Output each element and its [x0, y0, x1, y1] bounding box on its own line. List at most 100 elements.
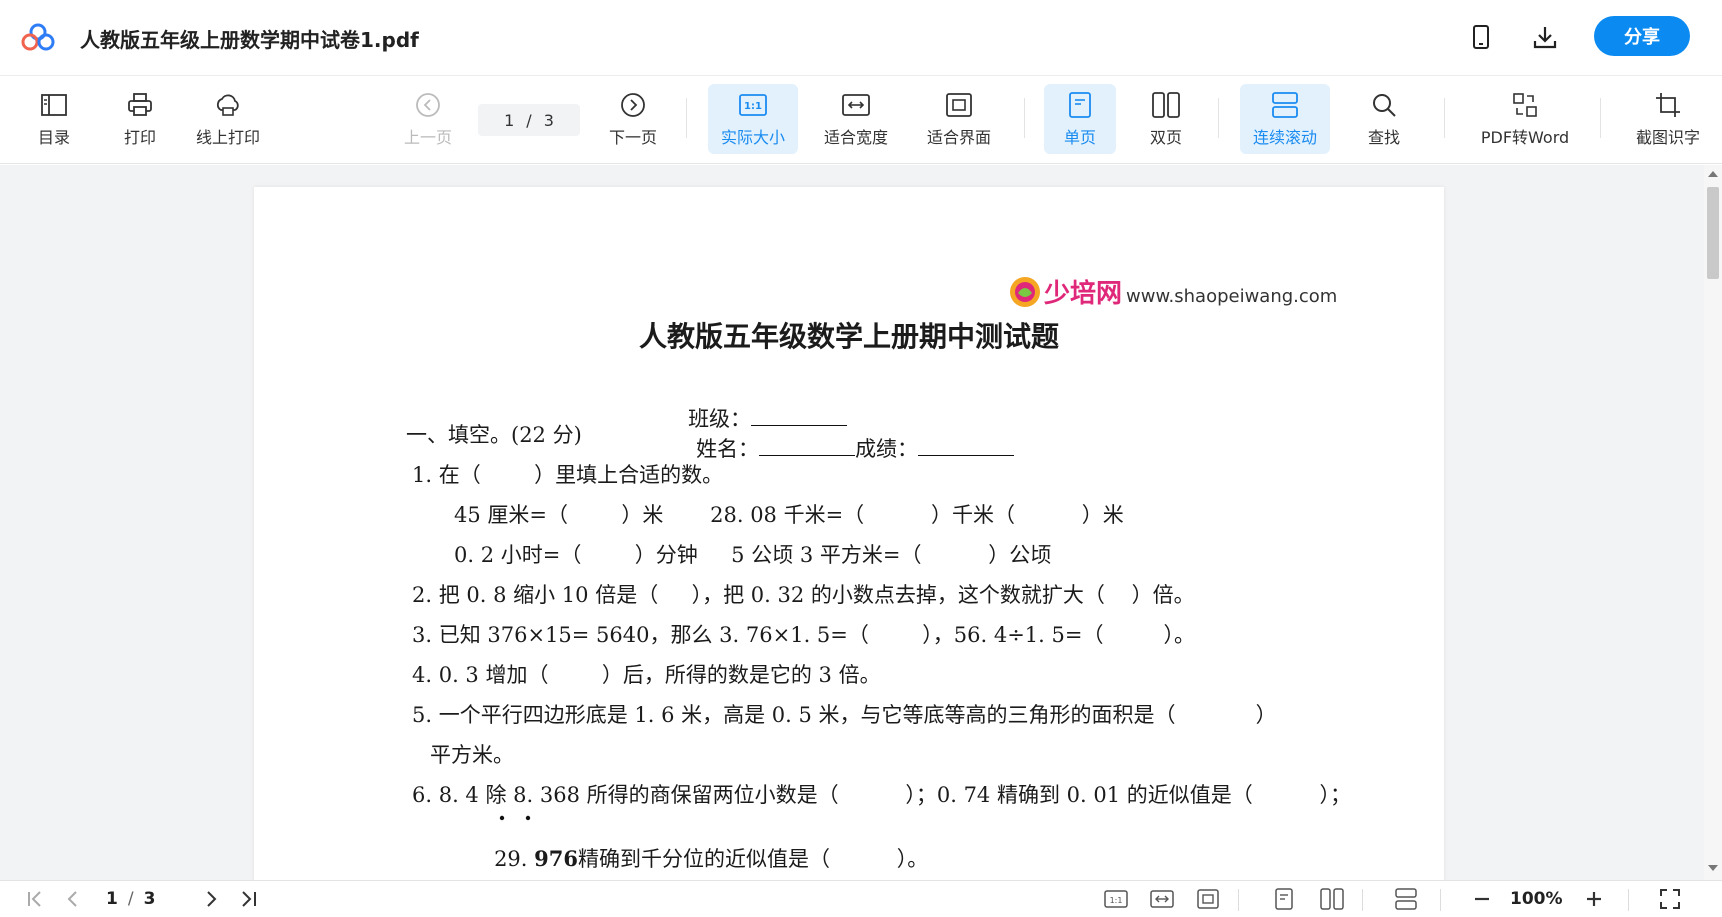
scroll-up-arrow-icon[interactable]: [1708, 171, 1718, 177]
q6b-suffix: 精确到千分位的近似值是（ ）。: [577, 847, 929, 871]
next-page-icon[interactable]: [200, 887, 224, 911]
watermark-logo-icon: [1010, 276, 1040, 307]
toolbar-divider: [1444, 98, 1445, 138]
double-page-icon: [1151, 90, 1181, 120]
fit-screen-button[interactable]: 适合界面: [918, 84, 1000, 154]
fit-width-icon[interactable]: [1150, 887, 1174, 911]
scroll-down-arrow-icon[interactable]: [1708, 865, 1718, 871]
bottom-page-total: 3: [143, 889, 156, 909]
online-print-label: 线上打印: [195, 128, 260, 147]
double-page-button[interactable]: 双页: [1130, 84, 1202, 154]
actual-size-icon: 1:1: [738, 90, 768, 120]
question-4: 4. 0. 3 增加（ ）后，所得的数是它的 3 倍。: [412, 663, 881, 687]
download-icon[interactable]: [1530, 22, 1560, 52]
bottom-divider: [1440, 889, 1441, 911]
fullscreen-icon[interactable]: [1658, 887, 1682, 911]
continuous-scroll-label: 连续滚动: [1252, 128, 1317, 147]
single-page-label: 单页: [1063, 128, 1096, 147]
question-6-continued: 29. 976精确到千分位的近似值是（ ）。: [454, 819, 928, 880]
repeating-decimal: 976: [534, 846, 578, 871]
question-1a: 45 厘米=（ ）米 28. 08 千米=（ ）千米（ ）米: [454, 503, 1124, 527]
screenshot-ocr-button[interactable]: 截图识字: [1628, 84, 1708, 154]
next-page-label: 下一页: [608, 128, 657, 147]
fit-width-icon: [841, 90, 871, 120]
fit-width-button[interactable]: 适合宽度: [816, 84, 896, 154]
fit-screen-label: 适合界面: [926, 128, 991, 147]
bottom-page-separator: /: [127, 889, 134, 909]
pdf-page: 少培网 www.shaopeiwang.com 人教版五年级数学上册期中测试题 …: [254, 187, 1444, 880]
watermark-name: 少培网: [1044, 279, 1123, 309]
repeating-dots: [499, 815, 531, 821]
last-page-icon[interactable]: [236, 887, 260, 911]
q6b-prefix: 29.: [494, 847, 535, 871]
question-3: 3. 已知 376×15= 5640，那么 3. 76×1. 5=（ ），56.…: [412, 623, 1196, 647]
question-6: 6. 8. 4 除 8. 368 所得的商保留两位小数是（ ）；0. 74 精确…: [412, 783, 1351, 807]
first-page-icon[interactable]: [24, 887, 48, 911]
online-print-button[interactable]: 线上打印: [188, 84, 268, 154]
svg-text:1:1: 1:1: [744, 101, 762, 112]
convert-icon: [1510, 90, 1540, 120]
question-5: 5. 一个平行四边形底是 1. 6 米，高是 0. 5 米，与它等底等高的三角形…: [412, 703, 1277, 727]
score-blank: [918, 434, 1015, 456]
actual-size-label: 实际大小: [720, 128, 785, 147]
single-page-button[interactable]: 单页: [1044, 84, 1116, 154]
toc-label: 目录: [37, 128, 70, 147]
bottom-divider: [1362, 889, 1363, 911]
title-bar: 人教版五年级上册数学期中试卷1.pdf 分享: [0, 0, 1722, 76]
svg-text:1:1: 1:1: [1110, 896, 1123, 905]
page-number-input[interactable]: 1 / 3: [478, 104, 580, 136]
document-viewer[interactable]: 少培网 www.shaopeiwang.com 人教版五年级数学上册期中测试题 …: [0, 165, 1704, 880]
continuous-scroll-icon[interactable]: [1394, 887, 1418, 911]
toolbar: 目录 打印 线上打印 上一页 1 / 3 下一页 1:1 实际大小 适合宽度 适…: [0, 76, 1722, 164]
watermark: 少培网 www.shaopeiwang.com: [1008, 273, 1337, 310]
toolbar-divider: [1024, 98, 1025, 138]
share-button[interactable]: 分享: [1594, 16, 1690, 56]
next-page-button[interactable]: 下一页: [603, 84, 663, 154]
document-title: 人教版五年级上册数学期中试卷1.pdf: [80, 28, 419, 52]
fit-screen-icon: [944, 90, 974, 120]
previous-page-icon[interactable]: [60, 887, 84, 911]
printer-icon: [125, 90, 155, 120]
name-label: 姓名：: [696, 437, 760, 461]
app-logo-icon: [21, 23, 55, 51]
find-button[interactable]: 查找: [1356, 84, 1412, 154]
bottom-divider: [1628, 889, 1629, 911]
continuous-scroll-button[interactable]: 连续滚动: [1240, 84, 1330, 154]
zoom-in-icon[interactable]: [1582, 887, 1606, 911]
bottom-page-indicator[interactable]: 1 / 3: [106, 889, 155, 909]
zoom-out-icon[interactable]: [1470, 887, 1494, 911]
page-separator: /: [526, 110, 532, 130]
single-page-icon: [1065, 90, 1095, 120]
continuous-scroll-icon: [1270, 90, 1300, 120]
pdf-to-word-button[interactable]: PDF转Word: [1472, 84, 1578, 154]
actual-size-button[interactable]: 1:1 实际大小: [708, 84, 798, 154]
prev-page-label: 上一页: [403, 128, 452, 147]
chevron-right-circle-icon: [618, 90, 648, 120]
scrollbar-thumb[interactable]: [1707, 187, 1719, 279]
toc-button[interactable]: 目录: [34, 84, 74, 154]
class-blank: [751, 404, 848, 426]
prev-page-button[interactable]: 上一页: [398, 84, 458, 154]
search-icon: [1369, 90, 1399, 120]
zoom-level[interactable]: 100%: [1510, 889, 1563, 909]
exam-title: 人教版五年级数学上册期中测试题: [638, 320, 1059, 353]
double-page-icon[interactable]: [1320, 887, 1344, 911]
print-button[interactable]: 打印: [120, 84, 160, 154]
bottom-divider: [1238, 889, 1239, 911]
question-1b: 0. 2 小时=（ ）分钟 5 公顷 3 平方米=（ ）公顷: [454, 543, 1052, 567]
actual-size-icon[interactable]: 1:1: [1104, 887, 1128, 911]
section-heading: 一、填空。(22 分): [406, 423, 582, 447]
find-label: 查找: [1367, 128, 1400, 147]
toolbar-divider: [1218, 98, 1219, 138]
page-current: 1: [504, 110, 515, 130]
page-total: 3: [543, 110, 554, 130]
single-page-icon[interactable]: [1272, 887, 1296, 911]
cloud-print-icon: [213, 90, 243, 120]
mobile-icon[interactable]: [1466, 22, 1496, 52]
crop-icon: [1653, 90, 1683, 120]
print-label: 打印: [123, 128, 156, 147]
vertical-scrollbar[interactable]: [1704, 165, 1722, 880]
pdf-to-word-label: PDF转Word: [1480, 128, 1570, 147]
fit-screen-icon[interactable]: [1196, 887, 1220, 911]
bottom-bar: 1 / 3 1:1 100%: [0, 880, 1722, 917]
